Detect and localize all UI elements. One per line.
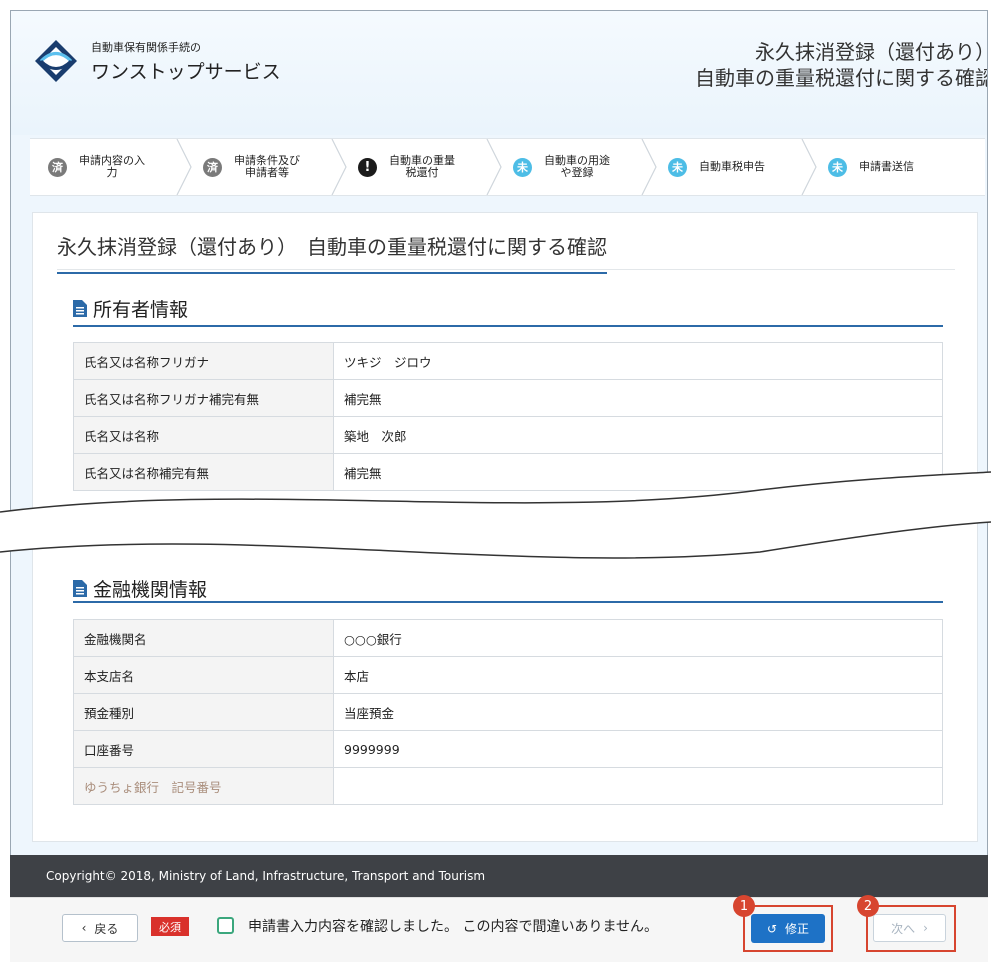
- header: 自動車保有関係手続の ワンストップサービス 永久抹消登録（還付あり） 自動車の重…: [11, 11, 988, 135]
- divider: [57, 269, 955, 270]
- chevron-left-icon: ‹: [81, 921, 87, 935]
- field-value: 9999999: [333, 730, 943, 768]
- table-row: 本支店名 本店: [73, 656, 943, 694]
- step-usage-registration: 未 自動車の用途 や登録: [495, 139, 657, 195]
- confirm-checkbox[interactable]: [217, 917, 234, 934]
- fix-button[interactable]: ↺ 修正: [751, 914, 825, 943]
- field-label: 氏名又は名称: [73, 416, 334, 454]
- step-submit: 未 申請書送信: [810, 139, 960, 195]
- document-icon: [73, 580, 87, 597]
- back-label: 戻る: [94, 921, 119, 936]
- table-row: 氏名又は名称フリガナ補完有無 補完無: [73, 379, 943, 417]
- chevron-right-icon: ›: [923, 921, 928, 935]
- field-label: 本支店名: [73, 656, 334, 694]
- todo-badge-icon: 未: [513, 157, 532, 177]
- logo-icon: [35, 40, 77, 82]
- field-label: 氏名又は名称フリガナ: [73, 342, 334, 380]
- step-vehicle-tax: 未 自動車税申告: [650, 139, 817, 195]
- procedure-title-line2: 自動車の重量税還付に関する確認: [695, 66, 988, 90]
- todo-badge-icon: 未: [828, 157, 847, 177]
- table-row: 金融機関名 ○○○銀行: [73, 619, 943, 657]
- step-conditions: 済 申請条件及び 申請者等: [185, 139, 347, 195]
- step-application-input: 済 申請内容の入力: [30, 139, 192, 195]
- service-title: ワンストップサービス: [91, 61, 281, 83]
- done-badge-icon: 済: [203, 157, 222, 177]
- required-badge: 必須: [151, 917, 189, 936]
- field-label: ゆうちょ銀行 記号番号: [73, 767, 334, 805]
- table-row: 氏名又は名称 築地 次郎: [73, 416, 943, 454]
- step-label: 自動車の重量 税還付: [389, 154, 455, 179]
- step-weight-tax: ! 自動車の重量 税還付: [340, 139, 502, 195]
- procedure-title-line1: 永久抹消登録（還付あり）: [755, 40, 988, 64]
- field-label: 氏名又は名称フリガナ補完有無: [73, 379, 334, 417]
- done-badge-icon: 済: [48, 157, 67, 177]
- document-icon: [73, 300, 87, 317]
- next-label: 次へ: [891, 921, 916, 936]
- procedure-title: 永久抹消登録（還付あり） 自動車の重量税還付に関する確認: [695, 39, 988, 91]
- fix-label: 修正: [785, 922, 810, 936]
- field-label: 預金種別: [73, 693, 334, 731]
- step-label: 申請条件及び 申請者等: [234, 154, 300, 179]
- divider: [73, 601, 943, 603]
- step-label: 自動車の用途 や登録: [544, 154, 610, 179]
- progress-steps: 済 申請内容の入力 済 申請条件及び 申請者等 ! 自動車の重量 税還付 未 自動車…: [30, 138, 985, 196]
- screenshot-break-divider: [0, 471, 991, 559]
- section-title: 所有者情報: [93, 299, 189, 321]
- table-row: 口座番号 9999999: [73, 730, 943, 768]
- callout-marker: 1: [733, 895, 755, 917]
- copyright-bar: Copyright© 2018, Ministry of Land, Infra…: [10, 855, 988, 897]
- table-row: 預金種別 当座預金: [73, 693, 943, 731]
- table-row: ゆうちょ銀行 記号番号: [73, 767, 943, 805]
- service-subtitle: 自動車保有関係手続の: [91, 41, 201, 54]
- exclamation-icon: !: [358, 157, 377, 177]
- step-label: 申請書送信: [859, 160, 914, 173]
- step-label: 申請内容の入力: [79, 154, 145, 179]
- next-button[interactable]: 次へ ›: [873, 914, 946, 942]
- field-value: ツキジ ジロウ: [333, 342, 943, 380]
- divider: [73, 325, 943, 327]
- page-title: 永久抹消登録（還付あり） 自動車の重量税還付に関する確認: [57, 231, 607, 274]
- bank-table: 金融機関名 ○○○銀行 本支店名 本店 預金種別 当座預金 口座番号 9999999 ゆ…: [73, 619, 943, 805]
- callout-marker: 2: [857, 895, 879, 917]
- owner-section-heading: 所有者情報: [73, 295, 188, 322]
- field-value: 当座預金: [333, 693, 943, 731]
- field-value: [333, 767, 943, 805]
- table-row: 氏名又は名称フリガナ ツキジ ジロウ: [73, 342, 943, 380]
- field-value: 補完無: [333, 379, 943, 417]
- field-value: 本店: [333, 656, 943, 694]
- field-label: 金融機関名: [73, 619, 334, 657]
- step-label: 自動車税申告: [699, 160, 765, 173]
- owner-table: 氏名又は名称フリガナ ツキジ ジロウ 氏名又は名称フリガナ補完有無 補完無 氏名又は…: [73, 342, 943, 491]
- field-label: 口座番号: [73, 730, 334, 768]
- confirm-label[interactable]: 申請書入力内容を確認しました。 この内容で間違いありません。: [248, 916, 658, 936]
- field-value: 築地 次郎: [333, 416, 943, 454]
- back-button[interactable]: ‹ 戻る: [62, 914, 138, 942]
- undo-icon: ↺: [766, 921, 778, 936]
- field-value: ○○○銀行: [333, 619, 943, 657]
- todo-badge-icon: 未: [668, 157, 687, 177]
